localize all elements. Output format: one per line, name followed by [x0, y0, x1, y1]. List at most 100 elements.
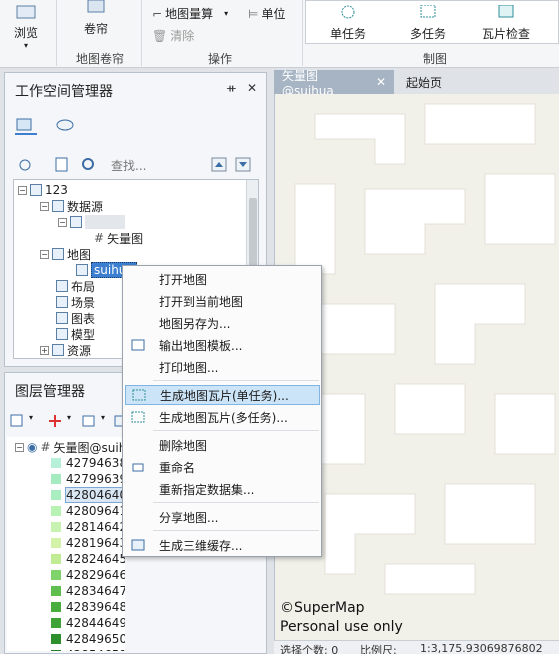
search-input[interactable]	[111, 157, 201, 175]
tree-item-dataset[interactable]: # 矢量图	[94, 230, 143, 246]
visible-eye-icon[interactable]: ◉	[27, 440, 37, 454]
dropdown-icon[interactable]: ▾	[67, 413, 71, 422]
ribbon: 浏览 ▾ 卷帘 地图卷帘 ⌐ 地图量算 ▾ ⊨ 单位 🗑 清除 操作 单任务 多…	[0, 0, 559, 68]
browse-icon	[16, 5, 36, 19]
collapse-icon[interactable]: −	[40, 249, 49, 259]
scale-value[interactable]: 1:3,175.93069876802	[420, 642, 543, 654]
visible-icon[interactable]	[17, 157, 35, 173]
close-icon[interactable]: ✕	[376, 75, 386, 89]
layer-panel-title: 图层管理器	[15, 384, 85, 400]
copy-layer-icon[interactable]	[81, 413, 99, 429]
browse-button[interactable]: 浏览 ▾	[14, 4, 38, 50]
map-folder-icon	[52, 248, 64, 260]
document-icon[interactable]	[53, 157, 71, 173]
layer-root-item[interactable]: − ◉ # 矢量图@suih	[15, 439, 125, 455]
layer-item-label: 4281464284	[66, 520, 125, 534]
collapse-icon[interactable]: −	[18, 185, 27, 195]
layer-item[interactable]: 4281464284	[51, 519, 125, 535]
group-draw-label: 制图	[423, 52, 448, 66]
dropdown-icon[interactable]: ▾	[29, 413, 33, 422]
menu-respecify-dataset[interactable]: 重新指定数据集...	[125, 479, 320, 499]
layer-item[interactable]: 4284965064.67742	[51, 631, 125, 647]
tree-item-maps[interactable]: − 地图	[40, 246, 91, 262]
multi-task-button[interactable]: 多任务	[410, 5, 446, 42]
measure-icon: ⌐	[152, 6, 163, 21]
tree-item-datasources[interactable]: − 数据源	[40, 198, 103, 214]
tile-check-button[interactable]: 瓦片检查	[482, 5, 530, 42]
tree-item-layouts[interactable]: 布局	[56, 278, 95, 294]
layer-item[interactable]: 4280964172	[51, 503, 125, 519]
workspace-panel-title: 工作空间管理器	[15, 84, 113, 100]
map-measure-button[interactable]: ⌐ 地图量算 ▾	[152, 5, 228, 22]
layer-item[interactable]: 4285465176.19355	[51, 647, 125, 651]
menu-share-map[interactable]: 分享地图...	[125, 507, 320, 527]
move-up-icon[interactable]	[211, 157, 229, 173]
scroll-button[interactable]: 卷帘	[84, 0, 108, 37]
color-swatch-icon	[51, 570, 61, 580]
tree-item-scenes[interactable]: 场景	[56, 294, 95, 310]
search-icon[interactable]	[81, 157, 99, 173]
clear-button[interactable]: 🗑 清除	[152, 27, 194, 44]
layer-item-label: 4285465176.19355	[66, 648, 125, 651]
layer-item-label: 4283464730.12903	[66, 584, 125, 598]
menu-open-to-current-map[interactable]: 打开到当前地图	[125, 291, 320, 311]
new-layer-icon[interactable]	[9, 413, 27, 429]
layer-item-label: 4279463838	[66, 456, 125, 470]
expand-icon[interactable]: +	[40, 345, 49, 355]
menu-print-map[interactable]: 打印地图...	[125, 357, 320, 377]
tree-item-models[interactable]: 模型	[56, 326, 95, 342]
single-task-button[interactable]: 单任务	[330, 5, 366, 42]
layer-item[interactable]: 4280464061	[51, 487, 125, 503]
layer-item[interactable]: 4279463838	[51, 455, 125, 471]
color-swatch-icon	[51, 458, 61, 468]
layer-item-label: 4281964395	[66, 536, 125, 550]
collapse-icon[interactable]: −	[58, 217, 67, 227]
grid-dataset-icon: #	[94, 231, 105, 245]
collapse-icon[interactable]: −	[15, 442, 24, 452]
collapse-icon[interactable]: −	[40, 201, 49, 211]
move-down-icon[interactable]	[235, 157, 253, 173]
menu-export-map-template[interactable]: 输出地图模板...	[125, 335, 320, 355]
layer-item[interactable]: 4283964841.64516	[51, 599, 125, 615]
ribbon-separator	[141, 0, 142, 66]
color-swatch-icon	[51, 474, 61, 484]
model-icon	[56, 328, 68, 340]
layer-item[interactable]: 4279963949	[51, 471, 125, 487]
layer-item[interactable]: 4281964395	[51, 535, 125, 551]
menu-generate-3d-cache[interactable]: 生成三维缓存...	[125, 535, 320, 555]
tree-item-resources[interactable]: + 资源	[40, 342, 91, 358]
scrollbar-thumb[interactable]	[249, 198, 257, 268]
menu-generate-tiles-single[interactable]: 生成地图瓦片(单任务)...	[125, 385, 320, 405]
menu-open-map[interactable]: 打开地图	[125, 269, 320, 289]
add-icon[interactable]	[47, 413, 65, 429]
menu-separator	[153, 380, 319, 381]
unit-button[interactable]: ⊨ 单位	[248, 5, 285, 22]
dropdown-icon[interactable]: ▾	[101, 413, 105, 422]
document-tabbar: 矢量图@suihua ✕ 起始页	[272, 69, 559, 98]
layer-item[interactable]: 4282964618.6129	[51, 567, 125, 583]
tile-multi-icon	[131, 411, 145, 423]
tree-item-charts[interactable]: 图表	[56, 310, 95, 326]
tree-item-datasource[interactable]: −	[58, 214, 125, 230]
tab-label: 矢量图@suihua	[282, 68, 334, 98]
tab-database[interactable]	[55, 117, 75, 136]
menu-generate-tiles-multi[interactable]: 生成地图瓦片(多任务)...	[125, 407, 320, 427]
tree-item-label: 图表	[71, 311, 96, 326]
pin-icon[interactable]: ᚑ	[227, 81, 236, 95]
close-icon[interactable]: ✕	[247, 81, 257, 95]
tab-workspace[interactable]	[15, 117, 37, 135]
layer-item[interactable]: 4284464953.16129	[51, 615, 125, 631]
menu-rename[interactable]: 重命名	[125, 457, 320, 477]
measure-dropdown-icon[interactable]: ▾	[224, 9, 228, 18]
layer-item-label: 4280464061	[64, 487, 125, 503]
tab-start-page[interactable]: 起始页	[406, 70, 442, 94]
menu-delete-map[interactable]: 删除地图	[125, 435, 320, 455]
browse-dropdown-icon[interactable]: ▾	[24, 41, 28, 50]
layer-item[interactable]: 4283464730.12903	[51, 583, 125, 599]
menu-save-map-as[interactable]: 地图另存为...	[125, 313, 320, 333]
layer-item[interactable]: 4282464507.09677	[51, 551, 125, 567]
color-swatch-icon	[51, 554, 61, 564]
tree-item-workspace[interactable]: − 123	[18, 182, 68, 198]
scale-label: 比例尺:	[360, 644, 397, 654]
tab-map-suihua[interactable]: 矢量图@suihua ✕	[274, 69, 394, 98]
